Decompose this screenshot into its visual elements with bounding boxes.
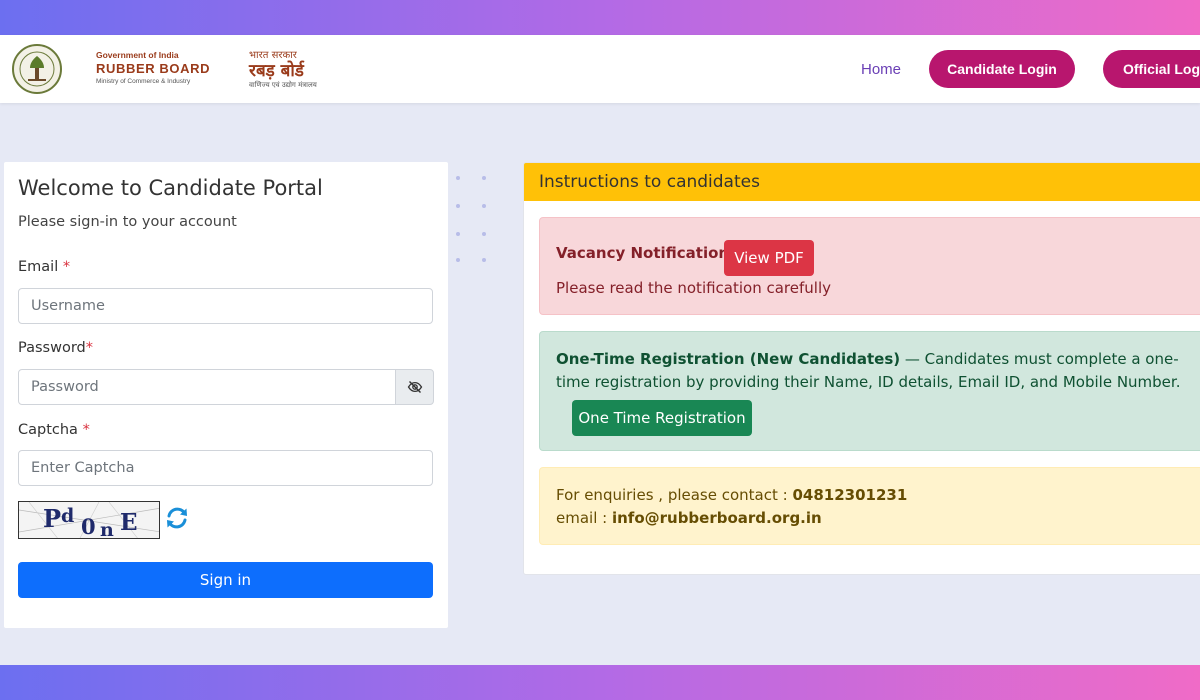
captcha-label: Captcha * <box>18 422 90 438</box>
captcha-char: d <box>61 505 74 527</box>
email-label: Email * <box>18 259 70 275</box>
captcha-graphic: P d 0 n E <box>19 502 159 539</box>
brand-name-text: RUBBER BOARD <box>96 61 211 76</box>
sign-in-button[interactable]: Sign in <box>18 562 433 598</box>
enquiry-email-line: email : info@rubberboard.org.in <box>556 509 822 527</box>
brand-hindi-name: रबड़ बोर्ड <box>249 61 304 81</box>
view-pdf-button[interactable]: View PDF <box>724 240 814 276</box>
nav-home-link[interactable]: Home <box>861 61 901 78</box>
password-label: Password* <box>18 340 93 356</box>
instructions-header: Instructions to candidates <box>524 163 1200 201</box>
decorative-dots <box>456 176 496 266</box>
brand-ministry-text: Ministry of Commerce & Industry <box>96 78 191 85</box>
email-input[interactable] <box>18 288 433 324</box>
captcha-input[interactable] <box>18 450 433 486</box>
email-label-text: Email <box>18 259 59 275</box>
password-input[interactable] <box>18 369 396 405</box>
bottom-gradient-bar <box>0 665 1200 700</box>
captcha-image: P d 0 n E <box>18 501 160 539</box>
required-mark: * <box>85 340 93 356</box>
registration-text: One-Time Registration (New Candidates) —… <box>556 348 1196 394</box>
captcha-char: n <box>100 519 114 539</box>
brand-gov-text: Government of India <box>96 50 179 60</box>
brand-hindi-gov: भारत सरकार <box>249 50 297 61</box>
enquiry-email-prefix: email : <box>556 509 612 527</box>
login-title: Welcome to Candidate Portal <box>18 176 323 200</box>
password-label-text: Password <box>18 340 86 356</box>
top-gradient-bar <box>0 0 1200 35</box>
brand-english: Government of India RUBBER BOARD Ministr… <box>96 50 231 85</box>
login-subtitle: Please sign-in to your account <box>18 214 237 230</box>
navbar: Government of India RUBBER BOARD Ministr… <box>0 35 1200 103</box>
brand-hindi: भारत सरकार रबड़ बोर्ड वाणिज्य एवं उद्योग… <box>249 47 359 90</box>
registration-title: One-Time Registration (New Candidates) <box>556 350 901 368</box>
vacancy-note: Please read the notification carefully <box>556 279 832 297</box>
required-mark: * <box>62 259 71 275</box>
toggle-password-button[interactable] <box>395 369 434 405</box>
login-card: Welcome to Candidate Portal Please sign-… <box>4 162 448 628</box>
candidate-login-button[interactable]: Candidate Login <box>929 50 1075 88</box>
eye-slash-icon <box>407 381 422 393</box>
vacancy-alert: Vacancy Notification View PDF Please rea… <box>539 217 1200 315</box>
registration-alert: One-Time Registration (New Candidates) —… <box>539 331 1200 451</box>
password-group <box>18 369 434 405</box>
enquiry-contact-prefix: For enquiries , please contact : <box>556 486 793 504</box>
enquiry-phone: 04812301231 <box>792 486 908 504</box>
enquiry-email[interactable]: info@rubberboard.org.in <box>612 509 822 527</box>
refresh-captcha-icon[interactable] <box>164 505 190 531</box>
instructions-card: Instructions to candidates Vacancy Notif… <box>523 162 1200 575</box>
captcha-char: 0 <box>81 514 96 539</box>
required-mark: * <box>82 422 90 438</box>
official-login-button[interactable]: Official Login <box>1103 50 1200 88</box>
instructions-title: Instructions to candidates <box>539 172 760 192</box>
enquiry-alert: For enquiries , please contact : 0481230… <box>539 467 1200 545</box>
enquiry-contact-line: For enquiries , please contact : 0481230… <box>556 486 907 504</box>
vacancy-title: Vacancy Notification <box>556 244 730 262</box>
rubber-board-emblem-icon <box>12 44 62 94</box>
one-time-registration-button[interactable]: One Time Registration <box>572 400 752 436</box>
captcha-char: P <box>43 504 61 533</box>
captcha-char: E <box>120 509 138 536</box>
captcha-label-text: Captcha <box>18 422 78 438</box>
brand-hindi-ministry: वाणिज्य एवं उद्योग मंत्रालय <box>249 81 317 89</box>
